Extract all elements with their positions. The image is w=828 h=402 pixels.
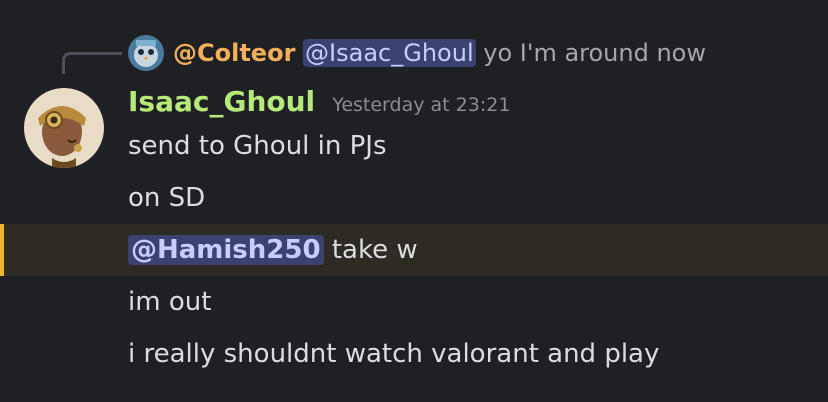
message-text-rest: take w (323, 235, 418, 265)
bird-avatar-icon (128, 35, 164, 71)
author-name[interactable]: Isaac_Ghoul (128, 85, 315, 118)
message-line[interactable]: on SD (0, 172, 828, 224)
reply-author[interactable]: @Colteor (173, 39, 295, 67)
message-text: on SD (128, 183, 206, 213)
user-mention[interactable]: @Hamish250 (128, 235, 324, 265)
message-line[interactable]: send to Ghoul in PJs (0, 120, 828, 172)
message-text: send to Ghoul in PJs (128, 131, 387, 161)
reply-preview[interactable]: @Colteor @Isaac_Ghoul yo I'm around now (0, 30, 828, 74)
message-text: im out (128, 287, 212, 317)
reply-line[interactable]: @Colteor @Isaac_Ghoul yo I'm around now (173, 37, 706, 69)
message-text: @Hamish250 take w (128, 232, 418, 268)
highlight-bar (0, 224, 4, 276)
message-text: i really shouldnt watch valorant and pla… (128, 339, 660, 369)
message-line[interactable]: im out (0, 276, 828, 328)
reply-avatar[interactable] (128, 35, 164, 71)
message-header: Isaac_Ghoul Yesterday at 23:21 (128, 84, 510, 124)
reply-text: yo I'm around now (483, 39, 706, 67)
message-line-highlighted[interactable]: @Hamish250 take w (0, 224, 828, 276)
reply-mention[interactable]: @Isaac_Ghoul (303, 39, 476, 67)
reply-spine (62, 52, 122, 74)
timestamp[interactable]: Yesterday at 23:21 (332, 94, 510, 116)
message-line[interactable]: i really shouldnt watch valorant and pla… (0, 328, 828, 380)
